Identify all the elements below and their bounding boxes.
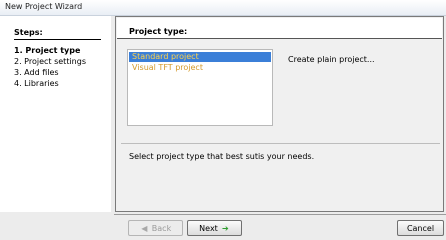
new-project-wizard-window: New Project Wizard Steps: 1. Project typ… xyxy=(0,0,446,238)
arrow-left-icon: ◀ xyxy=(141,223,148,233)
next-button[interactable]: Next ➔ xyxy=(187,220,242,236)
window-title: New Project Wizard xyxy=(5,2,83,11)
project-type-description: Create plain project... xyxy=(288,55,375,64)
list-item-standard-project[interactable]: Standard project xyxy=(129,52,271,62)
step-libraries: 4. Libraries xyxy=(14,79,59,88)
panel-title: Project type: xyxy=(129,27,188,36)
title-bar[interactable]: New Project Wizard xyxy=(0,0,446,16)
cancel-button[interactable]: Cancel xyxy=(397,220,444,236)
step-project-type: 1. Project type xyxy=(14,46,81,55)
arrow-right-icon: ➔ xyxy=(221,223,229,233)
back-button[interactable]: ◀ Back xyxy=(128,220,183,236)
cancel-button-label: Cancel xyxy=(406,223,435,233)
help-text: Select project type that best sutis your… xyxy=(129,152,315,161)
next-button-label: Next xyxy=(199,223,218,233)
panel-divider xyxy=(121,143,440,144)
steps-title: Steps: xyxy=(14,28,43,37)
steps-divider xyxy=(14,39,101,40)
panel-header: Project type: xyxy=(117,18,442,39)
list-item-visual-tft-project[interactable]: Visual TFT project xyxy=(129,63,271,73)
footer-divider xyxy=(114,214,446,215)
back-button-label: Back xyxy=(151,223,172,233)
project-type-list[interactable]: Standard project Visual TFT project xyxy=(127,49,273,126)
project-type-panel: Project type: Standard project Visual TF… xyxy=(115,16,444,212)
step-add-files: 3. Add files xyxy=(14,68,59,77)
step-project-settings: 2. Project settings xyxy=(14,57,86,66)
